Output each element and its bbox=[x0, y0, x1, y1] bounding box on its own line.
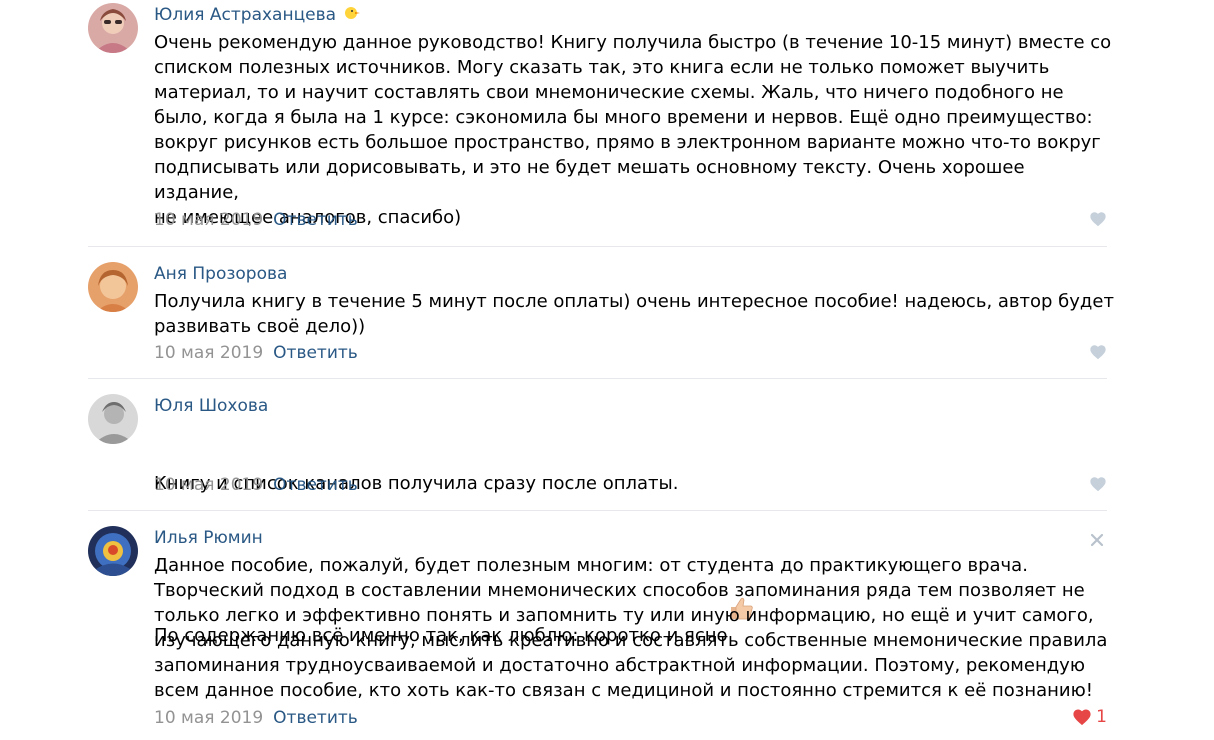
heart-icon bbox=[1090, 476, 1106, 491]
avatar[interactable] bbox=[88, 262, 138, 312]
comment-author[interactable]: Юля Шохова bbox=[154, 394, 268, 418]
comment-item: Юля Шохова Книгу и список каналов получи… bbox=[88, 394, 1107, 646]
like-button[interactable]: 1 bbox=[1047, 706, 1107, 730]
close-icon bbox=[1090, 533, 1104, 547]
like-button[interactable] bbox=[1067, 208, 1107, 232]
comment-text: Очень рекомендую данное руководство! Кни… bbox=[154, 32, 1112, 228]
comment-text: Данное пособие, пожалуй, будет полезным … bbox=[154, 555, 1108, 701]
comment-author[interactable]: Илья Рюмин bbox=[154, 526, 263, 550]
divider bbox=[88, 510, 1107, 511]
heart-icon bbox=[1073, 708, 1091, 725]
comment-date[interactable]: 10 мая 2019 bbox=[154, 343, 263, 363]
reply-button[interactable]: Ответить bbox=[273, 708, 358, 728]
reply-button[interactable]: Ответить bbox=[273, 343, 358, 363]
comment-item: Юлия Астраханцева Очень рекомендую данно… bbox=[88, 3, 1111, 233]
comment-author[interactable]: Юлия Астраханцева bbox=[154, 3, 361, 27]
like-button[interactable] bbox=[1067, 341, 1107, 365]
comment-meta: 10 мая 2019 Ответить bbox=[154, 341, 358, 365]
divider bbox=[88, 246, 1107, 247]
comment-item: Аня Прозорова Получила книгу в течение 5… bbox=[88, 262, 1114, 367]
comment-meta: 10 мая 2019 Ответить bbox=[154, 473, 358, 497]
avatar[interactable] bbox=[88, 394, 138, 444]
chick-emoji-icon bbox=[342, 3, 361, 27]
avatar[interactable] bbox=[88, 3, 138, 53]
comment-author[interactable]: Аня Прозорова bbox=[154, 262, 287, 286]
comment-meta: 10 мая 2019 Ответить bbox=[154, 208, 358, 232]
like-button[interactable] bbox=[1067, 473, 1107, 497]
comment-date[interactable]: 10 мая 2019 bbox=[154, 210, 263, 230]
comment-item: Илья Рюмин Данное пособие, пожалуй, буде… bbox=[88, 526, 1107, 736]
comments-list: Юлия Астраханцева Очень рекомендую данно… bbox=[0, 0, 1214, 740]
avatar[interactable] bbox=[88, 526, 138, 576]
close-button[interactable] bbox=[1087, 530, 1107, 550]
heart-icon bbox=[1090, 344, 1106, 359]
heart-icon bbox=[1090, 211, 1106, 226]
comment-date[interactable]: 10 мая 2019 bbox=[154, 475, 263, 495]
reply-button[interactable]: Ответить bbox=[273, 210, 358, 230]
divider bbox=[88, 378, 1107, 379]
comment-text: Получила книгу в течение 5 минут после о… bbox=[154, 291, 1114, 337]
comment-date[interactable]: 10 мая 2019 bbox=[154, 708, 263, 728]
reply-button[interactable]: Ответить bbox=[273, 475, 358, 495]
like-count: 1 bbox=[1096, 706, 1107, 727]
comment-meta: 10 мая 2019 Ответить bbox=[154, 706, 358, 730]
